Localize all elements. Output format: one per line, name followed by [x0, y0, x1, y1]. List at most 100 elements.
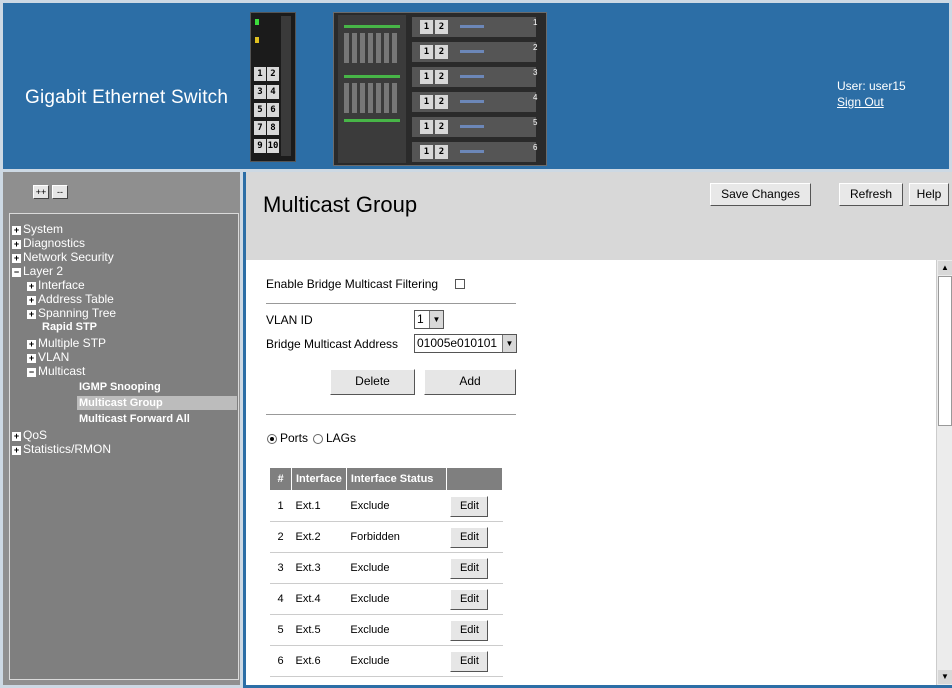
nav-label: Network Security	[23, 250, 114, 264]
edit-button[interactable]: Edit	[450, 495, 489, 517]
sidebar: ++ -- + System + Diagnostics + Network Secu…	[0, 172, 243, 688]
row-interface-status: Exclude	[346, 490, 447, 522]
nav-item-qos[interactable]: + QoS	[12, 428, 47, 442]
chassis-port: 1	[420, 45, 433, 59]
nav-item-rapid-stp[interactable]: Rapid STP	[42, 320, 97, 334]
page-title: Multicast Group	[263, 192, 418, 217]
chassis-port: 2	[435, 20, 448, 34]
nav-item-layer-2[interactable]: − Layer 2	[12, 264, 63, 278]
nav-label: Layer 2	[23, 264, 64, 278]
ports-radio[interactable]	[267, 434, 277, 444]
nav-label: VLAN	[38, 350, 70, 364]
nav-item-statistics-rmon[interactable]: + Statistics/RMON	[12, 442, 111, 456]
row-interface: Ext.5	[291, 614, 347, 646]
expand-icon: +	[12, 239, 21, 249]
bridge-multicast-address-select[interactable]: 01005e010101 ▼	[414, 334, 517, 353]
edit-button[interactable]: Edit	[450, 526, 489, 548]
row-action: Edit	[446, 645, 503, 677]
vlan-id-value: 1	[417, 312, 424, 326]
scroll-down-arrow-icon[interactable]: ▼	[938, 670, 952, 684]
table-row: 2 Ext.2 Forbidden Edit	[269, 521, 503, 553]
edit-button[interactable]: Edit	[450, 650, 489, 672]
enable-filtering-checkbox[interactable]	[455, 279, 465, 289]
table-row: 5 Ext.5 Exclude Edit	[269, 614, 503, 646]
nav-label: Multicast	[38, 364, 86, 378]
column-header-interface: Interface	[291, 467, 347, 491]
bridge-multicast-address-label: Bridge Multicast Address	[266, 337, 399, 351]
lags-radio-label: LAGs	[326, 431, 357, 445]
slot-number: 6	[533, 143, 538, 152]
lags-radio[interactable]	[313, 434, 323, 444]
collapse-all-button[interactable]: --	[52, 185, 68, 199]
nav-item-address-table[interactable]: + Address Table	[27, 292, 114, 306]
row-action: Edit	[446, 552, 503, 584]
row-number: 3	[269, 552, 292, 584]
delete-button[interactable]: Delete	[330, 369, 415, 395]
panel-port: 6	[267, 103, 279, 117]
expand-icon: +	[12, 445, 21, 455]
panel-port: 5	[254, 103, 266, 117]
form-content: Enable Bridge Multicast Filtering VLAN I…	[246, 260, 936, 685]
nav-item-multicast[interactable]: − Multicast	[27, 364, 85, 378]
row-number: 4	[269, 583, 292, 615]
panel-port: 1	[254, 67, 266, 81]
nav-item-vlan[interactable]: + VLAN	[27, 350, 69, 364]
row-number: 5	[269, 614, 292, 646]
slot-number: 4	[533, 93, 538, 102]
edit-button[interactable]: Edit	[450, 557, 489, 579]
nav-label: Interface	[38, 278, 85, 292]
table-row: 3 Ext.3 Exclude Edit	[269, 552, 503, 584]
row-number: 6	[269, 645, 292, 677]
chassis-port: 1	[420, 20, 433, 34]
nav-item-multicast-group[interactable]: Multicast Group	[77, 396, 237, 410]
main-content-frame: Multicast Group Save Changes Refresh Hel…	[246, 172, 952, 685]
table-row: 6 Ext.6 Exclude Edit	[269, 645, 503, 677]
nav-item-multiple-stp[interactable]: + Multiple STP	[27, 336, 106, 350]
panel-port: 10	[267, 139, 279, 153]
nav-label: Diagnostics	[23, 236, 86, 250]
scroll-up-arrow-icon[interactable]: ▲	[938, 261, 952, 275]
slot-number: 5	[533, 118, 538, 127]
nav-item-igmp-snooping[interactable]: IGMP Snooping	[79, 380, 161, 394]
chassis-port: 1	[420, 120, 433, 134]
row-number: 1	[269, 490, 292, 522]
user-info: User: user15 Sign Out	[837, 78, 906, 110]
nav-item-diagnostics[interactable]: + Diagnostics	[12, 236, 85, 250]
chassis-port: 1	[420, 95, 433, 109]
chassis-port: 1	[420, 145, 433, 159]
sign-out-link[interactable]: Sign Out	[837, 94, 906, 110]
vertical-scrollbar[interactable]: ▲ ▼	[936, 260, 952, 685]
chassis-port: 2	[435, 45, 448, 59]
row-number: 2	[269, 521, 292, 553]
expand-all-button[interactable]: ++	[33, 185, 49, 199]
expand-icon: +	[27, 339, 36, 349]
edit-button[interactable]: Edit	[450, 588, 489, 610]
add-button[interactable]: Add	[424, 369, 516, 395]
save-changes-button[interactable]: Save Changes	[710, 183, 811, 206]
app-title: Gigabit Ethernet Switch	[25, 87, 229, 108]
scrollbar-thumb[interactable]	[938, 276, 952, 426]
vlan-id-select[interactable]: 1 ▼	[414, 310, 444, 329]
nav-item-spanning-tree[interactable]: + Spanning Tree	[27, 306, 116, 320]
nav-item-interface[interactable]: + Interface	[27, 278, 85, 292]
title-bar: Multicast Group Save Changes Refresh Hel…	[246, 172, 952, 260]
help-button[interactable]: Help	[909, 183, 949, 206]
edit-button[interactable]: Edit	[450, 619, 489, 641]
nav-label: Multiple STP	[38, 336, 107, 350]
table-row: 4 Ext.4 Exclude Edit	[269, 583, 503, 615]
panel-port: 3	[254, 85, 266, 99]
nav-item-system[interactable]: + System	[12, 222, 63, 236]
chassis-port: 1	[420, 70, 433, 84]
panel-port: 7	[254, 121, 266, 135]
row-interface-status: Exclude	[346, 552, 447, 584]
dropdown-arrow-icon: ▼	[502, 335, 516, 352]
panel-port: 2	[267, 67, 279, 81]
nav-item-multicast-forward-all[interactable]: Multicast Forward All	[79, 412, 190, 426]
row-action: Edit	[446, 490, 503, 522]
row-interface: Ext.6	[291, 645, 347, 677]
expand-icon: +	[12, 431, 21, 441]
slot-number: 3	[533, 68, 538, 77]
row-interface: Ext.3	[291, 552, 347, 584]
refresh-button[interactable]: Refresh	[839, 183, 903, 206]
nav-item-network-security[interactable]: + Network Security	[12, 250, 114, 264]
